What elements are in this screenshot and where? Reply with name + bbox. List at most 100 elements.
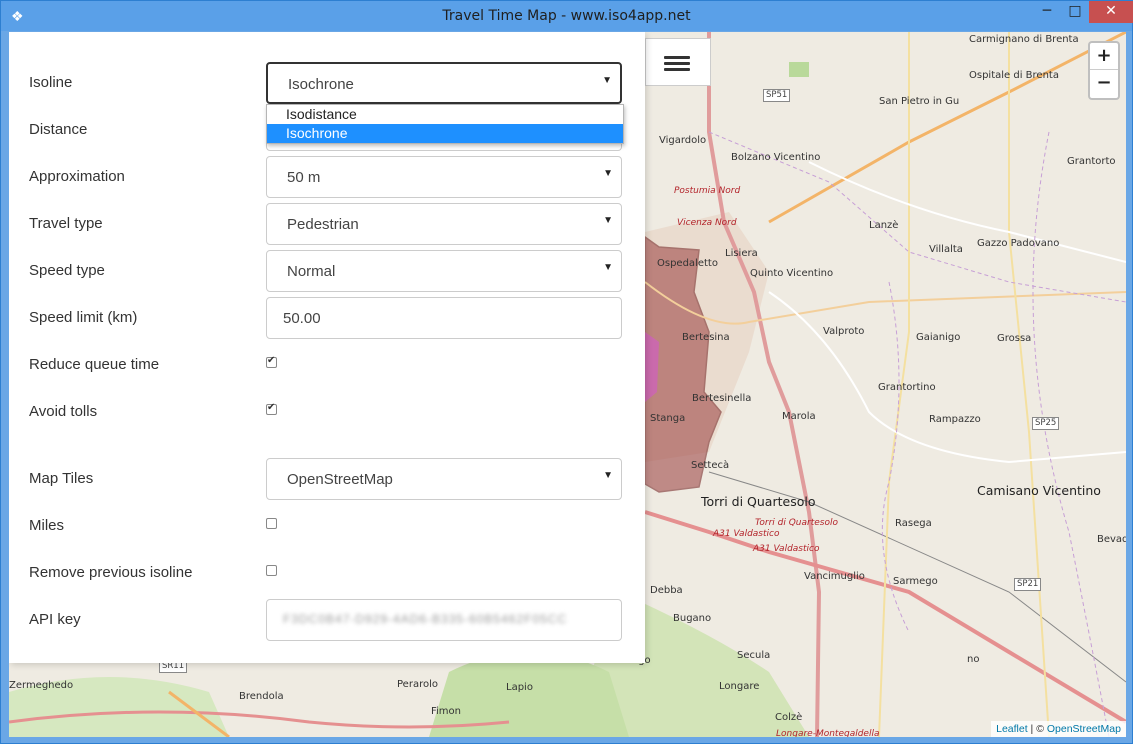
map-label: Stanga — [650, 413, 686, 424]
reduce-queue-checkbox[interactable] — [266, 355, 277, 368]
zoom-out-button[interactable]: − — [1090, 70, 1118, 96]
map-label: Bertesinella — [692, 393, 752, 404]
close-button[interactable]: ✕ — [1089, 1, 1133, 23]
map-label: Perarolo — [397, 679, 438, 690]
map-label: Valproto — [823, 326, 865, 337]
api-key-input[interactable]: F3DC0B47-D929-4AD6-B335-60B5462F05CC — [266, 599, 622, 641]
map-label: San Pietro in Gu — [879, 96, 960, 107]
map-tiles-value: OpenStreetMap — [287, 471, 393, 488]
map-label: Rampazzo — [929, 414, 981, 425]
window-title: Travel Time Map - www.iso4app.net — [442, 8, 691, 24]
map-label: Gazzo Padovano — [977, 238, 1060, 249]
map-label: Bolzano Vicentino — [731, 152, 821, 163]
title-bar[interactable]: ❖ Travel Time Map - www.iso4app.net ─ □ … — [1, 1, 1133, 31]
map-label: Lisiera — [725, 248, 758, 259]
map-label: no — [967, 654, 980, 665]
map-label: Camisano Vicentino — [977, 483, 1101, 498]
isoline-option[interactable]: Isochrone — [267, 124, 623, 143]
map-tiles-label: Map Tiles — [29, 470, 94, 487]
map-label: Lanzè — [869, 220, 899, 231]
menu-toggle-button[interactable] — [645, 38, 711, 86]
map-label: Torri di Quartesolo — [701, 494, 816, 509]
map-label: Bugano — [673, 613, 712, 624]
distance-label: Distance — [29, 121, 88, 138]
map-label: Brendola — [239, 691, 284, 702]
speed-limit-label: Speed limit (km) — [29, 309, 138, 326]
travel-type-select[interactable]: Pedestrian ▼ — [266, 203, 622, 245]
chevron-down-icon: ▼ — [603, 470, 613, 481]
speed-type-label: Speed type — [29, 262, 105, 279]
travel-type-value: Pedestrian — [287, 216, 359, 233]
approximation-select[interactable]: 50 m ▼ — [266, 156, 622, 198]
chevron-down-icon: ▼ — [603, 215, 613, 226]
map-tiles-row: Map Tiles OpenStreetMap ▼ — [9, 458, 645, 500]
map-label: Grossa — [997, 333, 1032, 344]
map-label: Lapio — [506, 682, 533, 693]
map-label: Quinto Vicentino — [750, 268, 834, 279]
api-key-label: API key — [29, 611, 81, 628]
miles-row: Miles — [9, 505, 645, 547]
attribution-separator: | © — [1027, 723, 1047, 735]
map-label: A31 Valdastico — [753, 544, 820, 554]
remove-previous-row: Remove previous isoline — [9, 552, 645, 594]
hamburger-icon — [664, 56, 690, 74]
miles-checkbox[interactable] — [266, 518, 277, 529]
minimize-button[interactable]: ─ — [1033, 1, 1061, 23]
map-label: Ospitale di Brenta — [969, 70, 1059, 81]
zoom-in-button[interactable]: + — [1090, 43, 1118, 70]
map-label: A31 Valdastico — [713, 529, 780, 539]
settings-panel: Isoline Isochrone ▼ Isodistance Isochron… — [9, 32, 645, 663]
client-area: Carmignano di Brenta Ospitale di Brenta … — [9, 32, 1126, 737]
isoline-option[interactable]: Isodistance — [267, 105, 623, 124]
zoom-control: + − — [1088, 41, 1120, 100]
isoline-label: Isoline — [29, 74, 73, 91]
map-label: Villalta — [929, 244, 963, 255]
speed-limit-row: Speed limit (km) 50.00 — [9, 297, 645, 339]
reduce-queue-row: Reduce queue time — [9, 344, 645, 386]
map-label: Marola — [782, 411, 816, 422]
avoid-tolls-checkbox[interactable] — [266, 402, 277, 415]
speed-type-select[interactable]: Normal ▼ — [266, 250, 622, 292]
chevron-down-icon: ▼ — [603, 262, 613, 273]
travel-type-row: Travel type Pedestrian ▼ — [9, 203, 645, 245]
map-label: Debba — [650, 585, 683, 596]
map-label: Fimon — [431, 706, 461, 717]
speed-type-row: Speed type Normal ▼ — [9, 250, 645, 292]
leaflet-link[interactable]: Leaflet — [996, 723, 1028, 735]
map-label: Colzè — [775, 712, 803, 723]
map-label: Bertesina — [682, 332, 730, 343]
miles-label: Miles — [29, 517, 65, 534]
maximize-button[interactable]: □ — [1061, 1, 1089, 23]
remove-previous-label: Remove previous isoline — [29, 564, 193, 581]
map-attribution: Leaflet | © OpenStreetMap — [991, 721, 1126, 737]
speed-type-value: Normal — [287, 263, 336, 280]
reduce-queue-label: Reduce queue time — [29, 356, 160, 373]
chevron-down-icon: ▼ — [602, 75, 612, 86]
isoline-row: Isoline Isochrone ▼ — [9, 62, 645, 104]
osm-link[interactable]: OpenStreetMap — [1047, 723, 1121, 735]
map-road-label: SP21 — [1014, 578, 1042, 591]
map-label: Bevado — [1097, 534, 1126, 545]
map-label: Vancimuglio — [804, 571, 865, 582]
map-label: Sarmego — [893, 576, 938, 587]
remove-previous-checkbox[interactable] — [266, 565, 277, 576]
speed-limit-input[interactable]: 50.00 — [266, 297, 622, 339]
speed-limit-value: 50.00 — [283, 310, 321, 327]
map-label: Longare-Montegaldella — [776, 729, 880, 737]
api-key-value: F3DC0B47-D929-4AD6-B335-60B5462F05CC — [283, 612, 568, 626]
map-label: Longare — [719, 681, 760, 692]
isoline-dropdown: Isodistance Isochrone — [266, 104, 624, 144]
approximation-row: Approximation 50 m ▼ — [9, 156, 645, 198]
map-label: Grantorto — [1067, 156, 1116, 167]
map-label: Vicenza Nord — [677, 218, 737, 228]
app-window: ❖ Travel Time Map - www.iso4app.net ─ □ … — [0, 0, 1133, 744]
approximation-value: 50 m — [287, 169, 321, 186]
map-label: Grantortino — [878, 382, 936, 393]
map-tiles-select[interactable]: OpenStreetMap ▼ — [266, 458, 622, 500]
map-label: Secula — [737, 650, 771, 661]
avoid-tolls-row: Avoid tolls — [9, 391, 645, 433]
map-label: Rasega — [895, 518, 932, 529]
map-label: Zermeghedo — [9, 680, 74, 691]
isoline-select[interactable]: Isochrone ▼ — [266, 62, 622, 104]
map-road-label: SP25 — [1032, 417, 1060, 430]
